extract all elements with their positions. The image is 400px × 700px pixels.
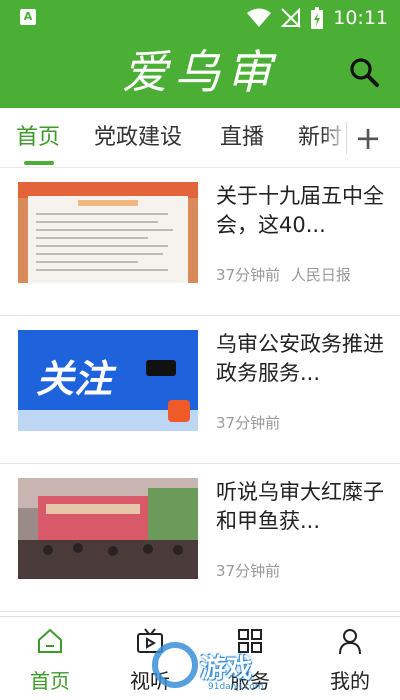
nav-profile-label: 我的 [330,669,370,693]
channel-tabs: 首页 党政建设 直播 新时 [0,108,400,168]
article-meta: 37分钟前 [216,560,280,581]
video-icon [137,628,163,653]
user-icon [339,629,361,655]
article-meta: 37分钟前 [216,412,280,433]
app-logo-title: 爱乌审 [122,45,278,99]
article-item[interactable]: 关于十九届五中全会，这40... 37分钟前 人民日报 [0,168,400,316]
home-icon [38,628,62,653]
add-channel-button[interactable]: + [354,118,382,158]
article-title: 关于十九届五中全会，这40... [216,184,384,237]
article-item[interactable]: 听说乌审大红糜子和甲鱼获... 37分钟前 [0,464,400,612]
article-thumbnail [18,478,198,579]
document-image [18,182,198,283]
article-time: 37分钟前 [216,414,281,432]
article-thumbnail: 关注 [18,330,198,431]
search-icon[interactable] [348,56,380,88]
status-time: 10:11 [333,7,388,29]
tab-party-building[interactable]: 党政建设 [94,123,182,153]
nav-home-label: 首页 [30,669,70,693]
exhibition-photo [18,478,198,579]
nav-services[interactable]: 服务 [200,617,300,700]
tab-home[interactable]: 首页 [16,123,60,153]
article-thumbnail [18,182,198,283]
status-bar: A 10:11 [0,0,400,36]
app-header: A 10:11 爱乌审 [0,0,400,108]
article-title: 乌审公安政务推进政务服务... [216,332,384,385]
tab-divider [346,122,347,154]
status-icons: 10:11 [247,6,388,30]
battery-charging-icon [311,7,324,29]
tab-live[interactable]: 直播 [220,123,264,153]
article-item[interactable]: 关注 乌审公安政务推进政务服务... 37分钟前 [0,316,400,464]
article-title: 听说乌审大红糜子和甲鱼获... [216,480,384,533]
nav-video-label: 视听 [130,669,170,693]
no-signal-icon [281,8,301,28]
grid-icon [238,629,262,653]
nav-profile[interactable]: 我的 [300,617,400,700]
nav-home[interactable]: 首页 [0,617,100,700]
nav-services-label: 服务 [230,669,270,693]
article-time: 37分钟前 [216,266,281,284]
accessibility-status-icon: A [20,9,36,25]
attention-banner-image: 关注 [18,330,198,431]
banner-text: 关注 [36,357,117,401]
article-meta: 37分钟前 人民日报 [216,264,351,285]
article-time: 37分钟前 [216,562,281,580]
tab-fade [322,116,348,160]
wifi-icon [247,8,272,27]
nav-video[interactable]: 视听 [100,617,200,700]
article-source: 人民日报 [290,266,351,284]
bottom-navigation: 首页 视听 服务 我的 [0,616,400,700]
active-tab-indicator [24,161,54,165]
